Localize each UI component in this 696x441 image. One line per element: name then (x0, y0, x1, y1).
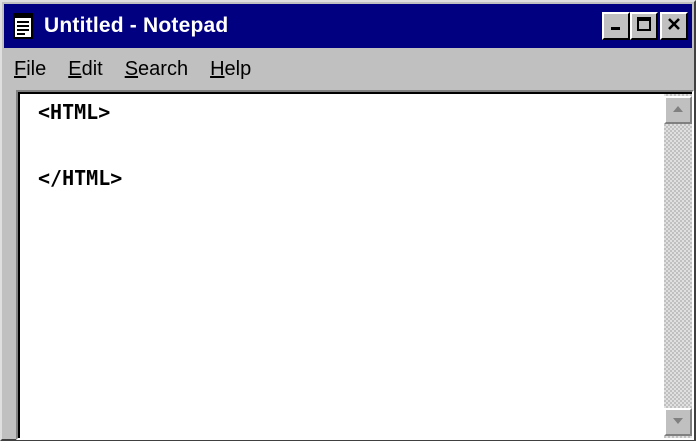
scroll-down-arrow-icon (671, 413, 685, 431)
menu-help[interactable]: Help (210, 58, 251, 81)
maximize-button[interactable] (630, 12, 658, 40)
menu-edit[interactable]: Edit (68, 58, 102, 81)
window-controls (602, 12, 688, 40)
notepad-window: Untitled - Notepad File Edit Search Help… (0, 0, 696, 441)
minimize-icon (608, 16, 624, 37)
close-button[interactable] (660, 12, 688, 40)
menu-bar: File Edit Search Help (4, 50, 692, 88)
maximize-icon (636, 16, 652, 37)
title-bar[interactable]: Untitled - Notepad (4, 4, 692, 48)
scroll-down-button[interactable] (664, 408, 692, 436)
text-area[interactable]: <HTML> </HTML> (20, 94, 664, 438)
window-title: Untitled - Notepad (44, 14, 229, 37)
menu-search[interactable]: Search (125, 58, 188, 81)
close-icon (666, 16, 682, 37)
minimize-button[interactable] (602, 12, 630, 40)
text-editor-inner-border: <HTML> </HTML> (18, 92, 692, 438)
scroll-up-arrow-icon (671, 101, 685, 119)
vertical-scrollbar[interactable] (664, 94, 692, 438)
scroll-up-button[interactable] (664, 96, 692, 124)
notepad-icon[interactable] (12, 12, 34, 40)
menu-file[interactable]: File (14, 58, 46, 81)
text-editor-frame: <HTML> </HTML> (16, 90, 694, 440)
